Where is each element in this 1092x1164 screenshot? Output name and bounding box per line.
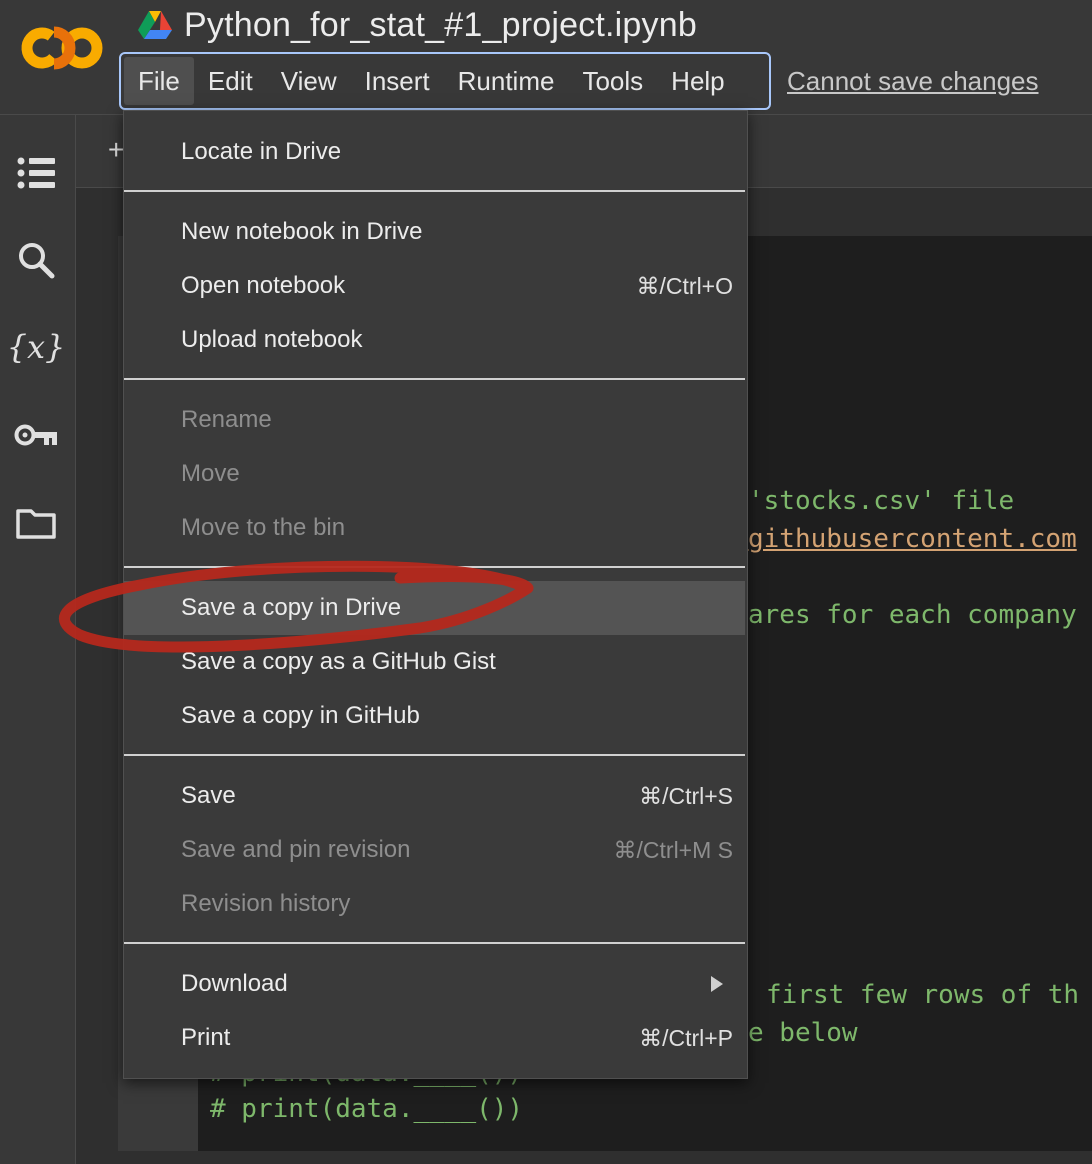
- menu-item-open-notebook[interactable]: Open notebook ⌘/Ctrl+O: [124, 259, 745, 313]
- add-code-button[interactable]: +: [108, 134, 124, 166]
- secrets-key-icon[interactable]: [14, 413, 58, 457]
- menu-item-save-and-pin-revision: Save and pin revision ⌘/Ctrl+M S: [124, 823, 745, 877]
- menu-item-upload-notebook[interactable]: Upload notebook: [124, 313, 745, 367]
- menu-tools[interactable]: Tools: [568, 57, 657, 105]
- code-comment: file: [935, 486, 1015, 516]
- menu-item-label: Save: [181, 782, 236, 809]
- variables-icon[interactable]: {x}: [7, 325, 66, 369]
- code-line: 'stocks.csv' file: [748, 486, 1014, 516]
- menu-item-shortcut: ⌘/Ctrl+M S: [613, 837, 733, 863]
- menu-item-rename: Rename: [124, 393, 745, 447]
- submenu-arrow-icon: [711, 976, 723, 992]
- menu-view[interactable]: View: [267, 57, 351, 105]
- menu-item-revision-history: Revision history: [124, 877, 745, 931]
- menu-item-label: Save and pin revision: [181, 836, 411, 863]
- menu-divider: [124, 378, 745, 380]
- menu-item-label: Upload notebook: [181, 326, 363, 353]
- menu-item-move-to-bin: Move to the bin: [124, 501, 745, 555]
- menu-item-download[interactable]: Download: [124, 957, 745, 1011]
- menu-item-label: Print: [181, 1024, 231, 1051]
- menu-file[interactable]: File: [124, 57, 194, 105]
- menu-divider: [124, 566, 745, 568]
- save-status-link[interactable]: Cannot save changes: [787, 66, 1039, 97]
- code-line: first few rows of th: [766, 980, 1080, 1010]
- menu-item-label: Revision history: [181, 890, 351, 917]
- menu-item-label: Save a copy in Drive: [181, 594, 402, 621]
- menu-item-shortcut: ⌘/Ctrl+P: [639, 1025, 733, 1051]
- code-line: e below: [748, 1018, 858, 1048]
- files-folder-icon[interactable]: [14, 501, 58, 545]
- menu-item-save-copy-github[interactable]: Save a copy in GitHub: [124, 689, 745, 743]
- menu-bar: File Edit View Insert Runtime Tools Help: [119, 52, 771, 110]
- left-sidebar: {x}: [0, 115, 76, 1164]
- menu-item-label: Save a copy in GitHub: [181, 702, 420, 729]
- menu-item-move: Move: [124, 447, 745, 501]
- menu-item-label: Move to the bin: [181, 514, 346, 541]
- menu-edit[interactable]: Edit: [194, 57, 267, 105]
- file-menu-dropdown: Locate in Drive New notebook in Drive Op…: [123, 110, 748, 1079]
- search-icon[interactable]: [14, 238, 58, 282]
- menu-item-save-copy-github-gist[interactable]: Save a copy as a GitHub Gist: [124, 635, 745, 689]
- menu-item-label: Locate in Drive: [181, 138, 342, 165]
- menu-divider: [124, 190, 745, 192]
- google-drive-icon: [138, 11, 172, 39]
- menu-item-save[interactable]: Save ⌘/Ctrl+S: [124, 769, 745, 823]
- notebook-title[interactable]: Python_for_stat_#1_project.ipynb: [184, 6, 697, 45]
- code-url[interactable]: githubusercontent.com: [748, 524, 1077, 554]
- menu-insert[interactable]: Insert: [351, 57, 444, 105]
- menu-help[interactable]: Help: [657, 57, 738, 105]
- menu-divider: [124, 754, 745, 756]
- menu-item-locate-in-drive[interactable]: Locate in Drive: [124, 125, 745, 179]
- menu-item-print[interactable]: Print ⌘/Ctrl+P: [124, 1011, 745, 1065]
- menu-item-shortcut: ⌘/Ctrl+O: [636, 273, 733, 299]
- menu-item-label: Download: [181, 970, 288, 997]
- menu-item-label: Move: [181, 460, 240, 487]
- variables-glyph: {x}: [6, 328, 66, 366]
- menu-item-label: Save a copy as a GitHub Gist: [181, 648, 496, 675]
- menu-item-new-notebook[interactable]: New notebook in Drive: [124, 205, 745, 259]
- header-bar: Python_for_stat_#1_project.ipynb File Ed…: [0, 0, 1092, 115]
- code-line: # print(data.____()): [210, 1094, 524, 1124]
- menu-item-shortcut: ⌘/Ctrl+S: [639, 783, 733, 809]
- menu-item-label: Open notebook: [181, 272, 346, 299]
- menu-item-label: New notebook in Drive: [181, 218, 423, 245]
- table-of-contents-icon[interactable]: [14, 151, 58, 195]
- menu-divider: [124, 942, 745, 944]
- menu-item-save-copy-in-drive[interactable]: Save a copy in Drive: [124, 581, 745, 635]
- colab-logo[interactable]: [20, 20, 110, 76]
- code-line: ares for each company: [748, 600, 1077, 630]
- menu-runtime[interactable]: Runtime: [444, 57, 569, 105]
- code-string: 'stocks.csv': [748, 486, 936, 516]
- menu-item-label: Rename: [181, 406, 272, 433]
